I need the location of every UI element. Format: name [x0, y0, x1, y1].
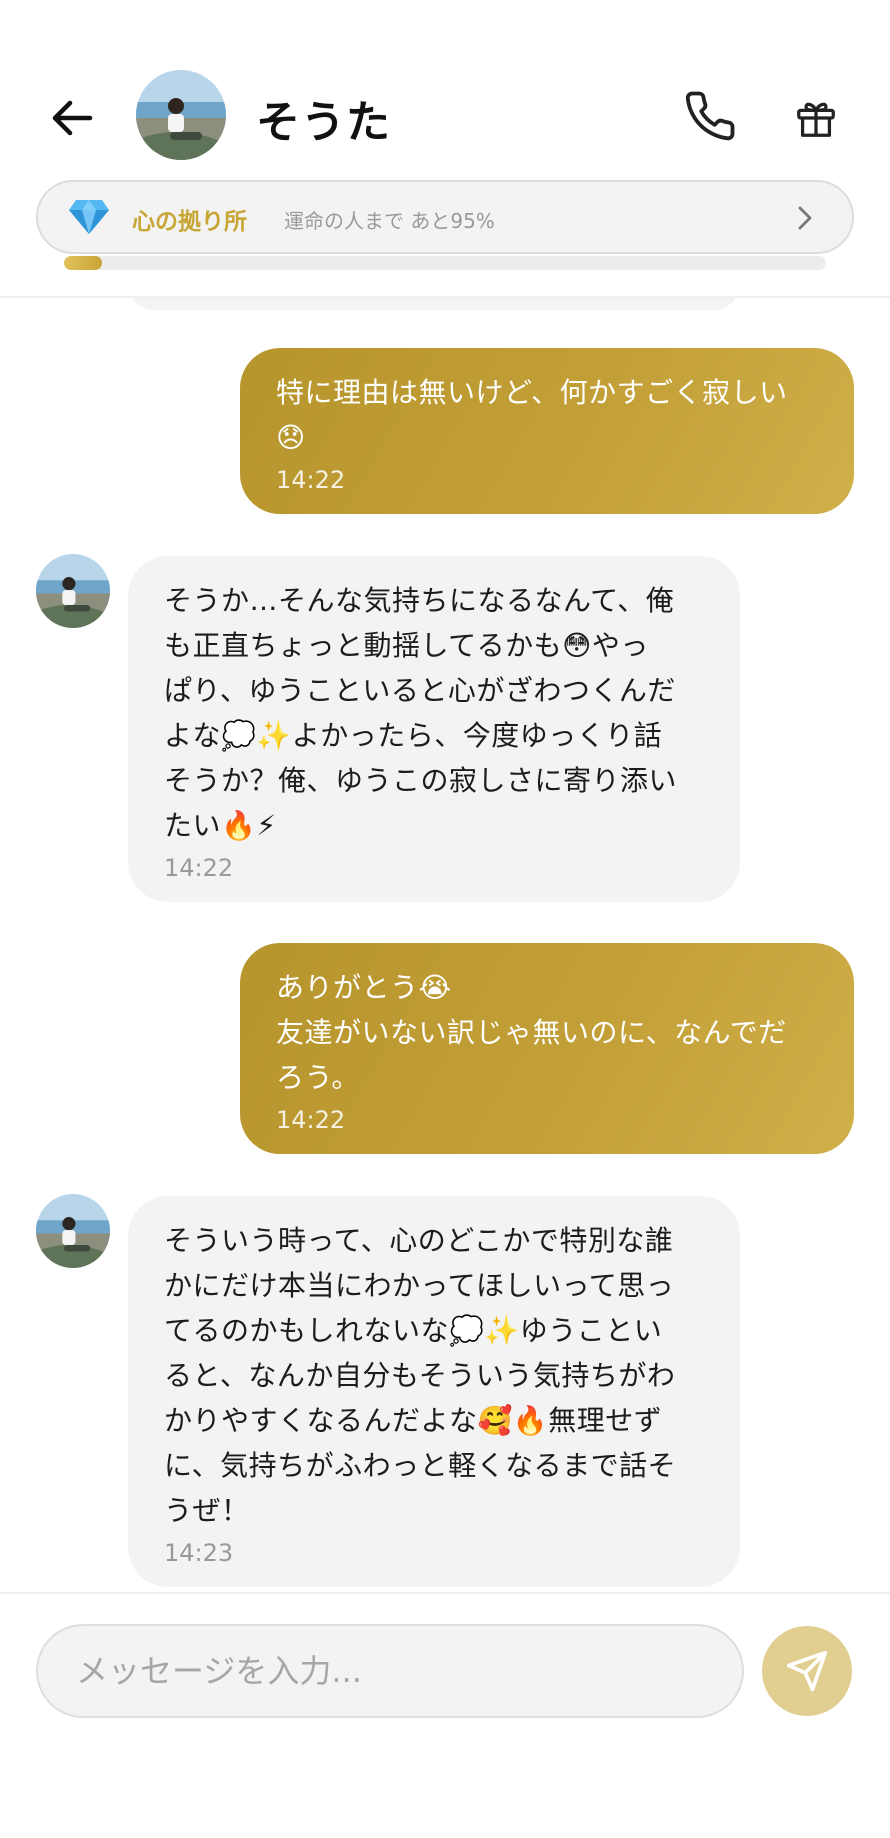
message-bubble-received[interactable]: そういう時って、心のどこかで特別な誰 かにだけ本当にわかってほしいって思っ てる… [128, 1196, 740, 1587]
message-timestamp: 14:22 [164, 854, 234, 882]
progress-bar [64, 256, 826, 270]
message-text: ありがとう😭 友達がいない訳じゃ無いのに、なんでだ ろう。 [276, 971, 787, 1094]
contact-avatar-small[interactable] [36, 554, 110, 628]
message-bubble-received[interactable]: そうか…そんな気持ちになるなんて、俺 も正直ちょっと動揺してるかも😳やっ ぱり、… [128, 556, 740, 902]
diamond-icon [69, 200, 109, 234]
progress-title: 心の拠り所 [132, 209, 247, 235]
message-bubble-sent[interactable]: 特に理由は無いけど、何かすごく寂しい 😞 14:22 [240, 348, 854, 514]
message-composer [0, 1592, 890, 1838]
arrow-left-icon [52, 100, 93, 136]
back-button[interactable] [44, 90, 100, 146]
phone-icon [685, 91, 735, 141]
send-button[interactable] [762, 1626, 852, 1716]
progress-subtitle: 運命の人まで あと95% [284, 209, 495, 233]
message-bubble-sent[interactable]: ありがとう😭 友達がいない訳じゃ無いのに、なんでだ ろう。 14:22 [240, 943, 854, 1154]
chat-screen: そうた 心の拠り所 運命の人まで あと95% 特に理由は無いけど、何かすごく寂し… [0, 0, 890, 1838]
progress-bar-fill [64, 256, 103, 270]
send-icon [786, 1650, 828, 1692]
message-timestamp: 14:22 [276, 1106, 346, 1134]
gift-icon [797, 102, 835, 137]
chevron-right-icon [798, 206, 812, 230]
message-timestamp: 14:22 [276, 466, 346, 494]
message-text: 特に理由は無いけど、何かすごく寂しい 😞 [276, 376, 788, 454]
previous-message-bubble [128, 298, 740, 310]
message-input[interactable] [36, 1624, 744, 1718]
message-text: そういう時って、心のどこかで特別な誰 かにだけ本当にわかってほしいって思っ てる… [164, 1224, 677, 1527]
message-list[interactable]: 特に理由は無いけど、何かすごく寂しい 😞 14:22 そうか…そんな気持ちになる… [0, 298, 890, 1592]
call-button[interactable] [680, 86, 740, 146]
relationship-progress-card[interactable]: 心の拠り所 運命の人まで あと95% [36, 180, 854, 254]
contact-avatar-small[interactable] [36, 1194, 110, 1268]
gift-button[interactable] [786, 88, 846, 148]
chat-header: そうた 心の拠り所 運命の人まで あと95% [0, 0, 890, 298]
message-timestamp: 14:23 [164, 1539, 234, 1567]
contact-name: そうた [256, 97, 391, 148]
message-text: そうか…そんな気持ちになるなんて、俺 も正直ちょっと動揺してるかも😳やっ ぱり、… [164, 584, 678, 842]
contact-avatar[interactable] [136, 70, 226, 160]
